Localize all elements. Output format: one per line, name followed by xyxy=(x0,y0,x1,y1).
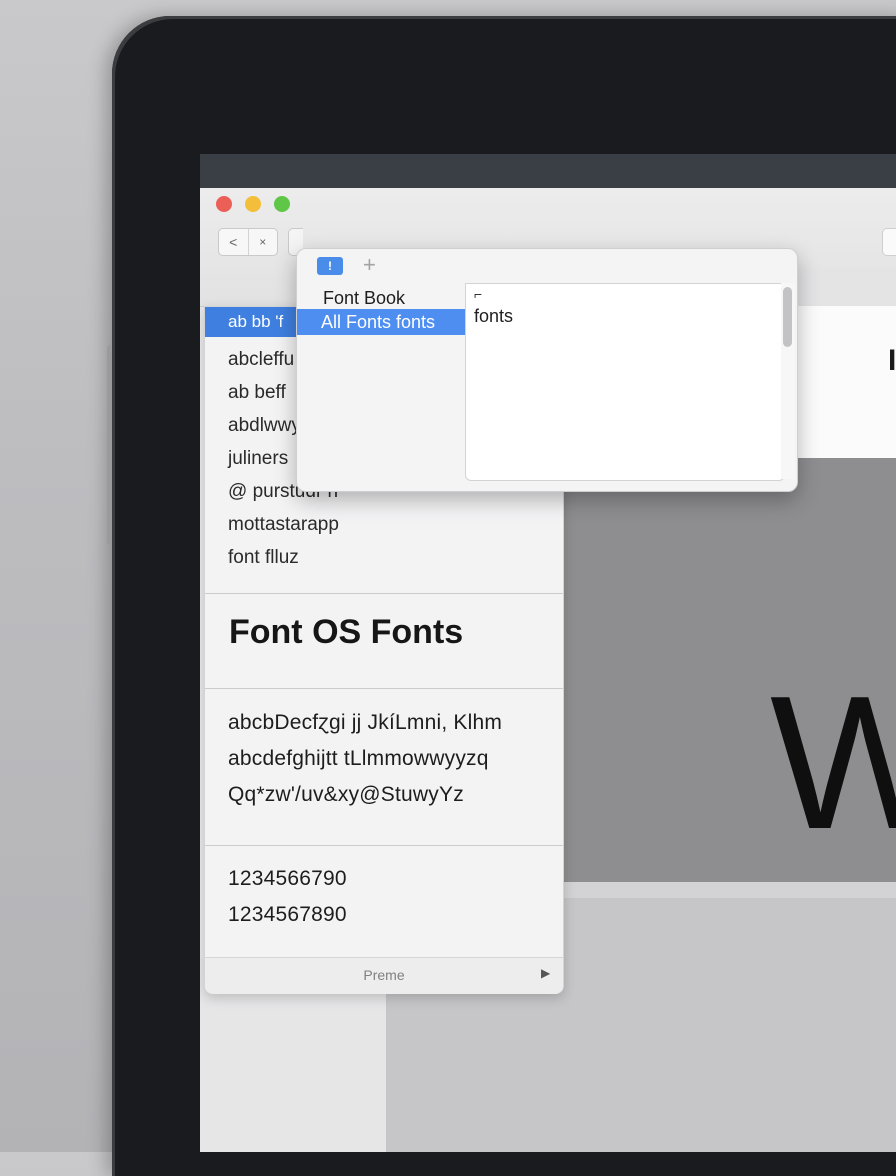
collection-list-item[interactable]: fonts xyxy=(474,306,513,327)
panel-footer: Preme ▶ xyxy=(205,957,563,994)
preview-title-glyph: I xyxy=(888,344,896,377)
font-book-window: < × I W ab bb 'f abcleffu ab beff abdlww… xyxy=(200,188,896,1152)
navigation-controls: < × xyxy=(218,228,278,256)
minimize-window-button[interactable] xyxy=(245,196,261,212)
section-divider xyxy=(205,845,563,846)
section-divider xyxy=(205,593,563,594)
sample-heading: Font OS Fonts xyxy=(229,613,464,651)
search-field-edge[interactable] xyxy=(882,228,896,256)
info-toggle-button[interactable]: ! xyxy=(317,257,343,275)
zoom-window-button[interactable] xyxy=(274,196,290,212)
collection-list: ⌐ fonts xyxy=(465,283,785,481)
scrollbar-thumb[interactable] xyxy=(783,287,792,347)
font-list-item[interactable]: mottastarapp xyxy=(205,510,563,540)
back-button[interactable]: < xyxy=(219,229,248,255)
alphabet-sample-line: Qq*zw'/uv&xy@StuwyYz xyxy=(228,783,464,806)
close-tab-button[interactable]: × xyxy=(247,229,278,255)
cursor-icon: ⌐ xyxy=(474,286,483,302)
collection-popover: ! + Font Book All Fonts fonts ⌐ fonts xyxy=(296,248,798,492)
add-collection-button[interactable]: + xyxy=(363,253,376,277)
menu-item-all-fonts[interactable]: All Fonts fonts xyxy=(297,309,465,335)
screen: < × I W ab bb 'f abcleffu ab beff abdlww… xyxy=(200,154,896,1152)
font-list-item-selected[interactable]: ab bb 'f xyxy=(205,307,298,337)
preview-large-glyph: W xyxy=(770,657,896,869)
alphabet-sample-line: abcbDecfɀgi jj JkíLmni, Klhm xyxy=(228,711,503,734)
font-list-item[interactable]: font flluz xyxy=(205,543,563,573)
menu-item-font-book[interactable]: Font Book xyxy=(297,285,465,311)
desktop-background xyxy=(200,154,896,190)
play-triangle-icon[interactable]: ▶ xyxy=(541,966,550,980)
section-divider xyxy=(205,688,563,689)
numbers-sample-line: 1234567890 xyxy=(228,903,347,926)
preview-mode-button[interactable]: Preme xyxy=(205,967,563,983)
numbers-sample-line: 1234566790 xyxy=(228,867,347,890)
alphabet-sample-line: abcdefghijtt tLlmmowwyyzq xyxy=(228,747,489,770)
device-side-button xyxy=(107,345,112,545)
close-window-button[interactable] xyxy=(216,196,232,212)
